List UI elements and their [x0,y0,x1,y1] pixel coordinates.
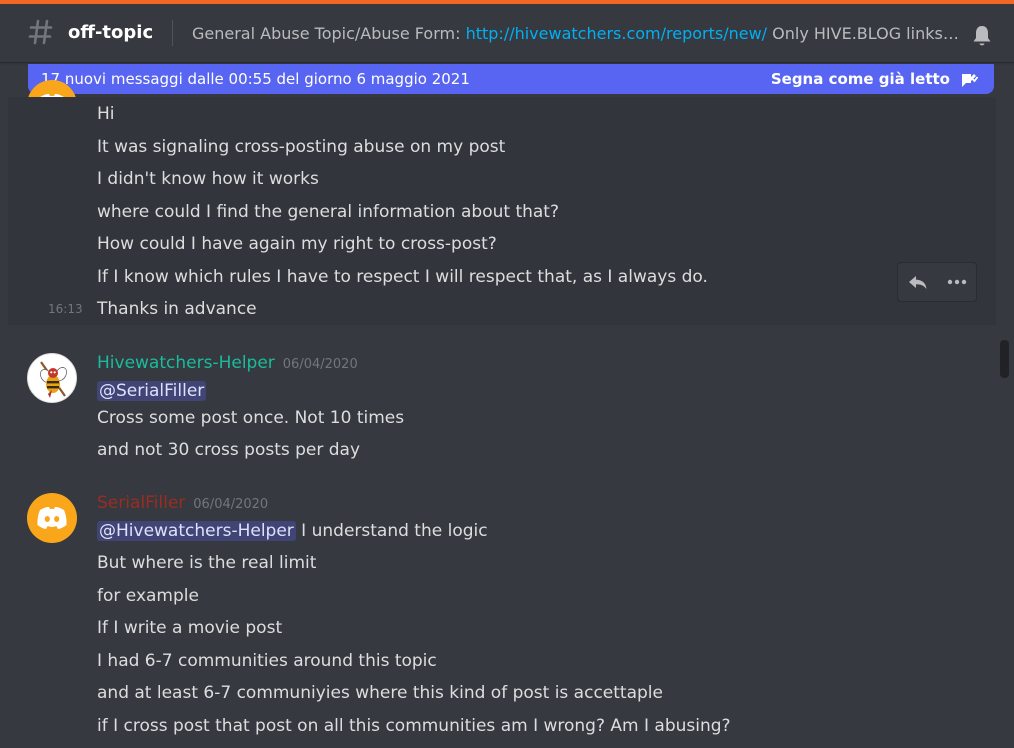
mark-as-read-button[interactable]: Segna come già letto [771,70,950,88]
message-line: If I write a movie post [97,618,283,638]
bell-icon[interactable] [970,24,994,48]
user-mention[interactable]: @SerialFiller [97,381,207,401]
message-line: How could I have again my right to cross… [97,234,497,254]
scrollbar-thumb[interactable] [1000,340,1009,378]
message-line: Thanks in advance [97,299,257,319]
channel-name: off-topic [68,22,154,43]
message-text: I understand the logic [295,521,488,541]
message-line: where could I find the general informati… [97,202,559,222]
message-line: But where is the real limit [97,553,317,573]
message-header: SerialFiller 06/04/2020 [97,493,268,513]
username[interactable]: Hivewatchers-Helper [97,353,275,373]
message-line: I had 6-7 communities around this topic [97,651,437,671]
hover-timestamp[interactable]: 16:13 [48,302,83,316]
discord-logo-icon [37,506,67,529]
message-line: and at least 6-7 communiyies where this … [97,683,663,703]
mark-read-icon[interactable] [960,71,978,88]
message-line: @SerialFiller [97,381,207,401]
channel-header: off-topic General Abuse Topic/Abuse Form… [0,4,1014,62]
more-options-icon[interactable] [946,272,968,292]
message-line: and not 30 cross posts per day [97,440,361,460]
header-divider [172,20,173,46]
hivewatchers-logo-icon [40,361,67,398]
reply-icon[interactable] [907,272,929,292]
message-date: 06/04/2020 [282,357,358,372]
message-line: If I know which rules I have to respect … [97,267,708,287]
username[interactable]: SerialFiller [97,493,185,513]
user-mention[interactable]: @Hivewatchers-Helper [97,521,296,541]
message-line: if I cross post that post on all this co… [97,716,731,736]
message-header: Hivewatchers-Helper 06/04/2020 [97,353,358,373]
new-messages-text: 17 nuovi messaggi dalle 00:55 del giorno… [41,70,470,88]
message-line: Hi [97,104,115,124]
message-line: I didn't know how it works [97,169,319,189]
message-toolbar [897,262,977,302]
topic-prefix: General Abuse Topic/Abuse Form: [192,24,466,43]
new-messages-bar[interactable]: 17 nuovi messaggi dalle 00:55 del giorno… [28,64,994,94]
topic-suffix: Only HIVE.BLOG links(no... [772,24,962,43]
message-date: 06/04/2020 [193,497,269,512]
hash-icon [28,19,53,45]
message-line: It was signaling cross-posting abuse on … [97,137,506,157]
avatar[interactable] [27,493,77,543]
message-line: @Hivewatchers-Helper I understand the lo… [97,521,488,541]
avatar[interactable] [27,353,77,403]
topic-link[interactable]: http://hivewatchers.com/reports/new/ [466,24,767,43]
message-line: Cross some post once. Not 10 times [97,408,405,428]
channel-topic[interactable]: General Abuse Topic/Abuse Form: http://h… [192,24,962,43]
message-line: for example [97,586,199,606]
